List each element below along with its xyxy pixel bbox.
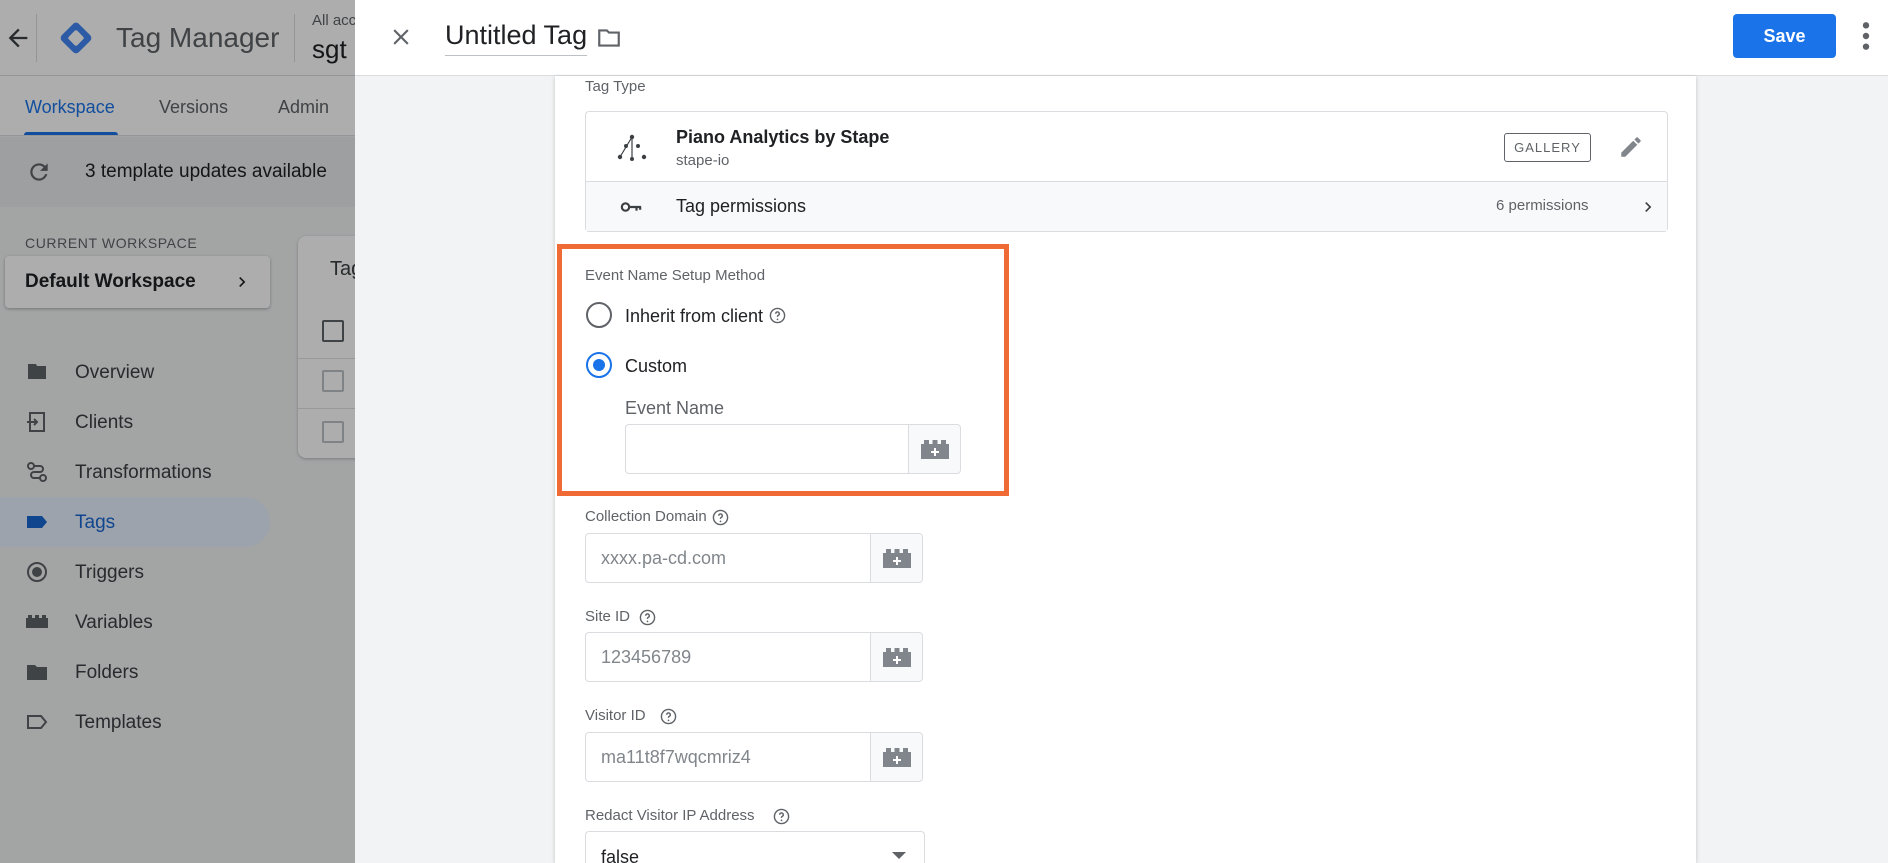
- collection-domain-placeholder[interactable]: xxxx.pa-cd.com: [601, 548, 726, 569]
- help-icon[interactable]: [660, 708, 677, 725]
- tag-permissions-label: Tag permissions: [676, 196, 807, 216]
- tag-permissions-row[interactable]: Tag permissions 6 permissions: [586, 181, 1667, 231]
- pencil-icon[interactable]: [1618, 134, 1644, 160]
- collection-domain-field[interactable]: xxxx.pa-cd.com: [585, 533, 923, 583]
- radio-inherit-from-client[interactable]: [586, 302, 612, 328]
- permissions-count: 6 permissions: [1496, 197, 1589, 214]
- event-name-label: Event Name: [625, 398, 725, 418]
- visitor-id-label: Visitor ID: [585, 707, 646, 724]
- help-icon[interactable]: [769, 307, 786, 324]
- radio-custom[interactable]: [586, 352, 612, 378]
- insert-variable-button[interactable]: [908, 425, 960, 473]
- tag-editor-header: Untitled Tag Save: [355, 0, 1888, 76]
- visitor-id-field[interactable]: ma11t8f7wqcmriz4: [585, 732, 923, 782]
- tag-type-label: Tag Type: [585, 78, 646, 95]
- tag-type-name: Piano Analytics by Stape: [676, 127, 890, 147]
- tag-type-row[interactable]: Piano Analytics by Stape stape-io GALLER…: [586, 112, 1667, 181]
- tag-configuration-panel: Tag Type Piano Analytics by Stape stape-…: [555, 76, 1696, 863]
- site-id-label: Site ID: [585, 608, 631, 625]
- visitor-id-placeholder[interactable]: ma11t8f7wqcmriz4: [601, 747, 751, 768]
- redact-ip-select[interactable]: false: [585, 831, 925, 863]
- more-vert-icon[interactable]: [1860, 20, 1872, 52]
- event-method-label: Event Name Setup Method: [585, 267, 766, 284]
- help-icon[interactable]: [639, 609, 656, 626]
- gallery-badge: GALLERY: [1504, 133, 1591, 162]
- redact-ip-value: false: [601, 847, 640, 863]
- folder-icon[interactable]: [595, 25, 623, 51]
- help-icon[interactable]: [712, 509, 729, 526]
- radio-custom-label[interactable]: Custom: [625, 356, 687, 377]
- close-icon[interactable]: [388, 24, 414, 50]
- radio-inherit-label[interactable]: Inherit from client: [625, 306, 763, 327]
- site-id-placeholder[interactable]: 123456789: [601, 647, 691, 668]
- save-button[interactable]: Save: [1733, 14, 1836, 58]
- event-name-field[interactable]: [625, 424, 961, 474]
- tag-type-vendor: stape-io: [676, 152, 730, 169]
- tag-name-input[interactable]: Untitled Tag: [445, 20, 588, 56]
- variable-brick-icon: [883, 549, 911, 568]
- key-icon: [620, 202, 642, 212]
- site-id-field[interactable]: 123456789: [585, 632, 923, 682]
- insert-variable-button[interactable]: [870, 534, 922, 582]
- variable-brick-icon: [921, 440, 949, 459]
- insert-variable-button[interactable]: [870, 633, 922, 681]
- dropdown-arrow-icon: [892, 852, 906, 859]
- variable-brick-icon: [883, 648, 911, 667]
- help-icon[interactable]: [773, 808, 790, 825]
- chevron-right-icon: [1645, 202, 1652, 212]
- redact-ip-label: Redact Visitor IP Address: [585, 807, 755, 824]
- piano-analytics-logo-icon: [617, 134, 647, 161]
- tag-editor-sheet: Untitled Tag Save Tag Type Piano Analyti…: [355, 0, 1888, 863]
- collection-domain-label: Collection Domain: [585, 508, 707, 525]
- variable-brick-icon: [883, 748, 911, 767]
- tag-type-box: Piano Analytics by Stape stape-io GALLER…: [585, 111, 1668, 232]
- insert-variable-button[interactable]: [870, 733, 922, 781]
